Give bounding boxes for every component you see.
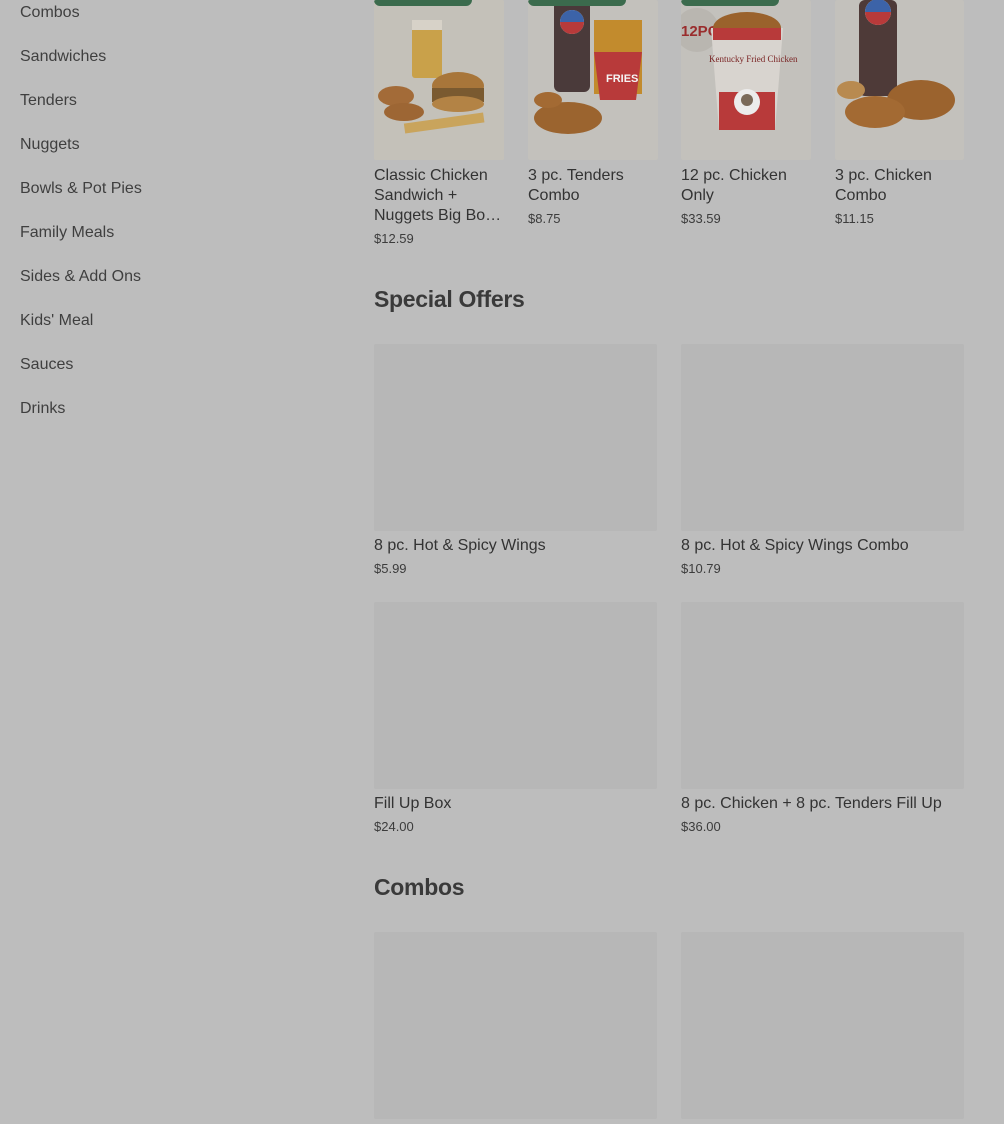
item-price: $24.00 [374,819,414,834]
sidebar-item-sauces[interactable]: Sauces [20,356,73,374]
chicken-combo-icon [835,0,964,160]
item-image-placeholder [681,344,964,531]
menu-item-card[interactable] [374,932,657,1124]
item-name: 12 pc. Chicken Only [681,167,787,204]
sidebar-item-sandwiches[interactable]: Sandwiches [20,48,106,66]
sidebar-item-drinks[interactable]: Drinks [20,400,65,418]
menu-item-card[interactable]: FRIES 3 pc. Tenders Combo $8.75 [528,0,658,230]
item-name: Classic Chicken Sandwich + Nuggets Big B… [374,167,502,224]
item-image [374,0,504,160]
item-image: FRIES [528,0,658,160]
sandwich-meal-icon [374,0,504,160]
sidebar-item-family-meals[interactable]: Family Meals [20,224,114,242]
menu-item-card[interactable]: Classic Chicken Sandwich + Nuggets Big B… [374,0,504,250]
item-price: $5.99 [374,561,407,576]
section-title-combos: Combos [374,874,465,900]
promo-tag [374,0,472,6]
item-image-placeholder [374,602,657,789]
chicken-bucket-icon: 12PC Kentucky Fried Chicken [681,0,811,160]
item-name: 8 pc. Hot & Spicy Wings [374,537,546,554]
promo-tag [681,0,779,6]
menu-item-card[interactable]: 8 pc. Chicken + 8 pc. Tenders Fill Up $3… [681,602,964,842]
menu-item-card[interactable] [681,932,964,1124]
item-image: 12PC Kentucky Fried Chicken [681,0,811,160]
item-price: $33.59 [681,211,721,226]
item-image [835,0,964,160]
menu-item-card[interactable]: 3 pc. Chicken Combo $11.15 [835,0,965,230]
item-price: $11.15 [835,211,874,226]
bucket-text: Kentucky Fried Chicken [709,54,798,64]
section-title-special-offers: Special Offers [374,286,525,312]
item-name: Fill Up Box [374,795,452,812]
item-name: 8 pc. Chicken + 8 pc. Tenders Fill Up [681,795,942,812]
item-name: 8 pc. Hot & Spicy Wings Combo [681,537,909,554]
item-price: $10.79 [681,561,721,576]
item-image-placeholder [681,602,964,789]
sidebar-item-nuggets[interactable]: Nuggets [20,136,80,154]
item-name: 3 pc. Tenders Combo [528,167,624,204]
item-image-placeholder [374,932,657,1119]
menu-item-card[interactable]: Fill Up Box $24.00 [374,602,657,842]
sidebar-item-sides-add-ons[interactable]: Sides & Add Ons [20,268,141,286]
menu-item-card[interactable]: 8 pc. Hot & Spicy Wings Combo $10.79 [681,344,964,584]
item-price: $12.59 [374,231,414,246]
sidebar-item-bowls-pot-pies[interactable]: Bowls & Pot Pies [20,180,142,198]
sidebar-item-kids-meal[interactable]: Kids' Meal [20,312,93,330]
item-price: $8.75 [528,211,561,226]
promo-tag [528,0,626,6]
menu-item-card[interactable]: 12PC Kentucky Fried Chicken 12 pc. Chick… [681,0,811,230]
item-image-placeholder [374,344,657,531]
sidebar-item-combos[interactable]: Combos [20,4,80,22]
tenders-combo-icon: FRIES [528,0,658,160]
item-image-placeholder [681,932,964,1119]
sidebar-item-tenders[interactable]: Tenders [20,92,77,110]
fries-label: FRIES [606,73,638,85]
item-price: $36.00 [681,819,721,834]
item-name: 3 pc. Chicken Combo [835,167,932,204]
menu-item-card[interactable]: 8 pc. Hot & Spicy Wings $5.99 [374,344,657,584]
